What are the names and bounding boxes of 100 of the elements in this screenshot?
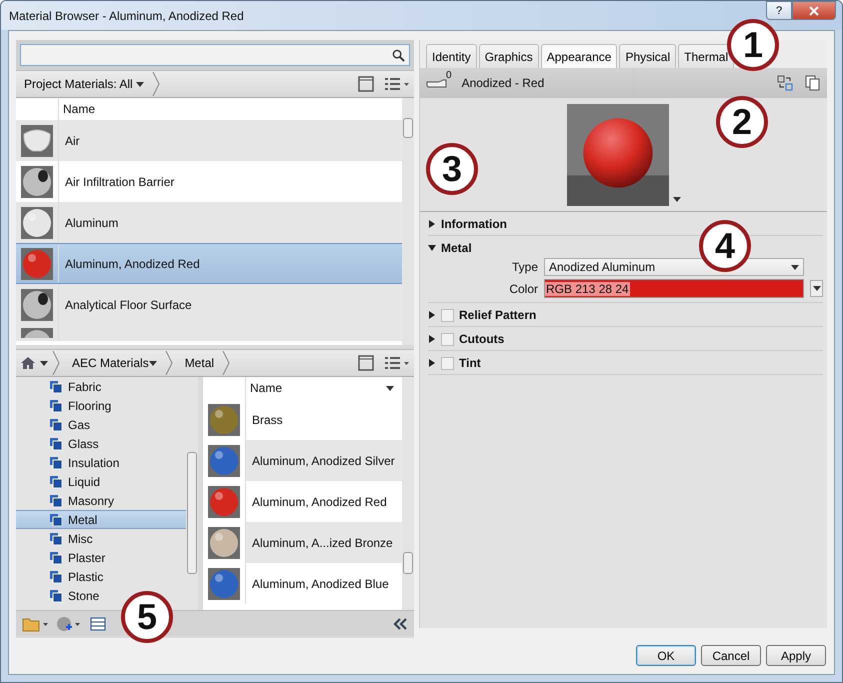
section-checkbox[interactable] [441,308,454,322]
tab[interactable]: Graphics [478,44,539,68]
category-item[interactable]: Plastic [16,567,188,586]
section-title[interactable]: Relief Pattern [459,308,536,322]
material-name: Brass [251,412,283,426]
view-panel-icon[interactable] [358,355,374,371]
list-view-icon[interactable] [384,76,410,92]
material-row[interactable]: Analytical Floor Surface [16,284,402,325]
field-label: Type [510,260,538,274]
preview-options-icon[interactable] [672,197,680,202]
hand-icon [426,77,448,89]
sphere-thumbnail [208,526,240,558]
expanded-arrow-icon[interactable] [428,244,436,252]
category-icon [50,570,62,582]
shader-ball-thumbnail [21,166,53,198]
view-panel-icon[interactable] [358,76,374,92]
search-icon [392,48,405,62]
section-checkbox[interactable] [441,356,454,370]
section-title[interactable]: Information [441,217,507,231]
category-icon [50,532,62,544]
library-filter-dropdown[interactable]: Project Materials: All [20,77,148,91]
category-item[interactable]: Misc [16,529,188,548]
window-title: Material Browser - Aluminum, Anodized Red [9,8,244,22]
category-item[interactable]: Flooring [16,396,188,415]
replace-asset-icon[interactable] [777,75,793,91]
material-name: Aluminum, Anodized Blue [251,576,389,590]
caret-icon[interactable] [148,361,157,366]
breadcrumb-separator [152,72,160,96]
collapsed-arrow-icon[interactable] [428,359,436,367]
dialog-button[interactable]: OK [636,645,696,666]
collapse-icon[interactable] [392,618,408,630]
category-item[interactable]: Liquid [16,472,188,491]
category-item[interactable]: Metal [16,510,188,529]
category-item[interactable]: Masonry [16,491,188,510]
category-item[interactable]: Gas [16,415,188,434]
category-icon [50,494,62,506]
caret-icon[interactable] [136,82,144,88]
usage-count: 0 [446,70,452,81]
sphere-thumbnail [21,248,53,280]
duplicate-icon[interactable] [805,75,821,91]
column-header[interactable]: Name [59,102,96,116]
collapsed-arrow-icon[interactable] [428,311,436,319]
close-button[interactable] [792,1,836,20]
material-row[interactable]: Aluminum, A...ized Bronze [203,522,402,563]
section-checkbox[interactable] [441,332,454,346]
shader-ball-thumbnail [21,288,53,320]
help-button[interactable]: ? [766,1,792,20]
dialog-button[interactable]: Apply [766,645,826,666]
tab[interactable]: Thermal [678,44,734,68]
type-dropdown[interactable]: Anodized Aluminum [544,258,804,276]
caret-icon[interactable] [40,360,48,366]
material-row[interactable]: Aluminum, Anodized Silver [203,440,402,481]
category-item[interactable]: Fabric [16,377,188,396]
material-row[interactable]: Aluminum, Anodized Red [16,243,402,284]
tab[interactable]: Physical [619,44,676,68]
breadcrumb-separator [52,351,60,375]
editor-panel-icon[interactable] [90,616,106,632]
section-title[interactable]: Tint [459,356,481,370]
material-row[interactable]: Air [16,120,402,161]
search-field[interactable] [20,44,410,66]
dropdown-value: Anodized Aluminum [549,260,656,274]
list-view-icon[interactable] [384,355,410,371]
material-row[interactable]: Aluminum [16,202,402,243]
section-title[interactable]: Metal [441,241,472,255]
material-name: Air Infiltration Barrier [64,174,174,188]
category-icon [50,456,62,468]
category-item[interactable]: Glass [16,434,188,453]
tab[interactable]: Identity [426,44,477,68]
breadcrumb-item[interactable]: Metal [180,356,218,370]
caret-icon[interactable] [791,264,799,270]
color-field[interactable]: RGB 213 28 24 [544,279,804,298]
add-material-icon[interactable] [56,616,82,632]
scrollbar[interactable] [402,98,414,345]
breadcrumb-item[interactable]: AEC Materials [68,356,161,370]
cloud-thumbnail [21,124,53,156]
column-header[interactable]: Name [246,381,282,395]
collapsed-arrow-icon[interactable] [428,220,436,228]
breadcrumb-separator [164,351,173,375]
section-title[interactable]: Cutouts [459,332,504,346]
field-label: Color [508,282,538,296]
material-name: Aluminum, Anodized Red [251,494,387,508]
asset-name: Anodized - Red [462,76,544,90]
sort-caret-icon[interactable] [386,386,394,392]
caret-icon[interactable] [812,286,820,291]
category-icon [50,590,62,602]
close-icon [809,6,819,16]
category-item[interactable]: Plaster [16,548,188,567]
category-icon [50,438,62,450]
category-item[interactable]: Insulation [16,453,188,472]
collapsed-arrow-icon[interactable] [428,335,436,343]
scrollbar[interactable] [402,377,414,610]
home-icon[interactable] [20,355,36,371]
material-name: Aluminum, A...ized Bronze [251,536,393,550]
dialog-button[interactable]: Cancel [701,645,761,666]
shader-ball-thumbnail [21,328,53,338]
sphere-thumbnail [208,486,240,518]
material-name: Aluminum [64,216,118,230]
tab[interactable]: Appearance [540,44,618,68]
folder-icon[interactable] [22,616,48,632]
color-dropdown-button[interactable] [810,280,823,297]
